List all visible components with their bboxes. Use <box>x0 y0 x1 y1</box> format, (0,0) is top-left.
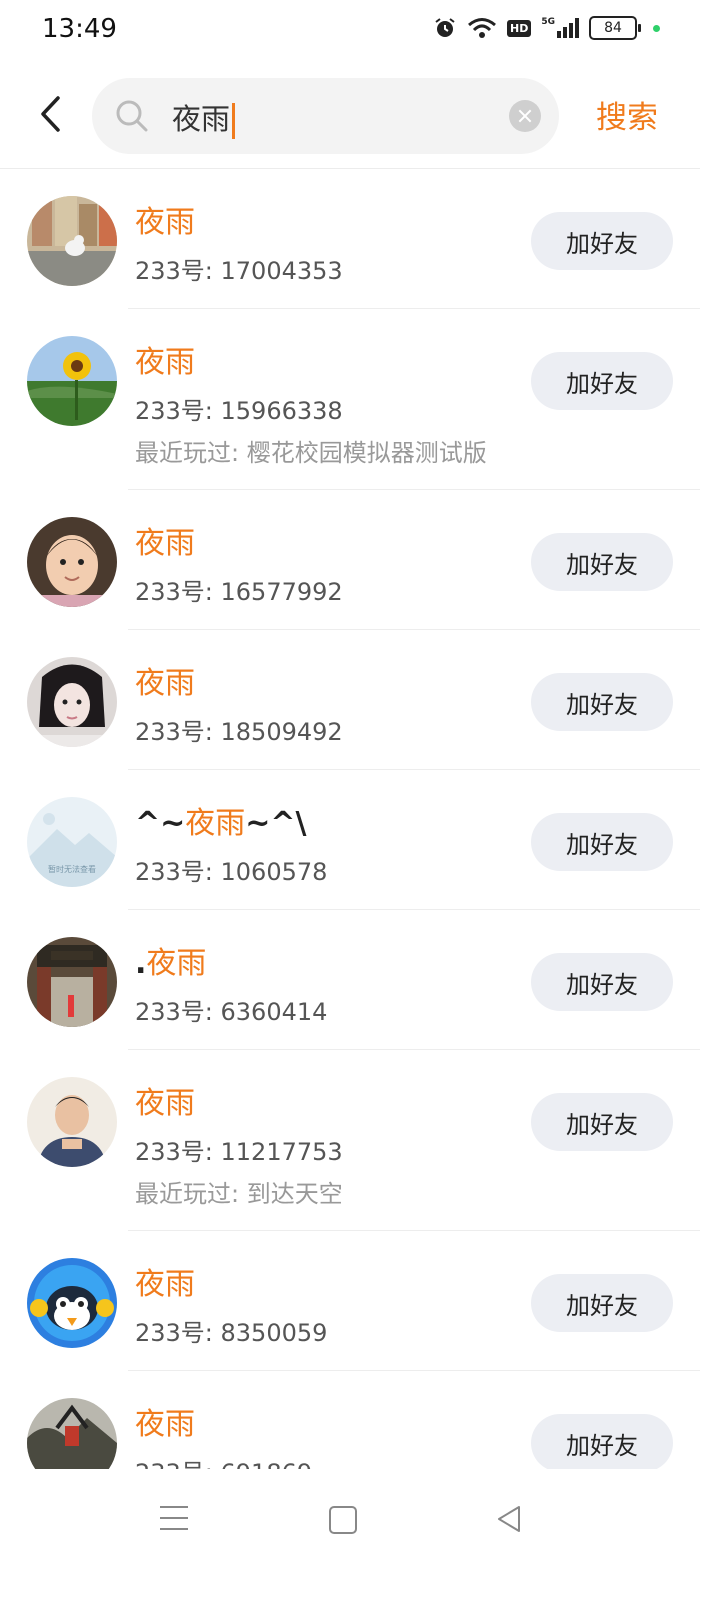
name-highlight: 夜雨 <box>135 1267 195 1302</box>
user-name: 夜雨 <box>135 1259 195 1303</box>
avatar-tree-photo-icon[interactable] <box>27 1398 117 1469</box>
user-name: 夜雨 <box>135 1078 195 1122</box>
wifi-icon <box>468 18 496 38</box>
user-name: .夜雨 <box>135 938 206 982</box>
recently-played: 最近玩过: 樱花校园模拟器测试版 <box>135 439 487 467</box>
add-friend-button[interactable]: 加好友 <box>531 352 673 410</box>
search-value[interactable]: 夜雨 <box>172 96 236 139</box>
add-friend-button[interactable]: 加好友 <box>531 953 673 1011</box>
result-row[interactable]: 夜雨 233号: 8350059 加好友 <box>0 1231 700 1371</box>
system-nav-bar <box>0 1470 700 1567</box>
user-name: 夜雨 <box>135 658 195 702</box>
name-highlight: 夜雨 <box>185 806 246 841</box>
status-bar: 13:49 HD 5G 84 <box>0 0 700 62</box>
search-header: 夜雨 搜索 <box>0 70 700 169</box>
result-row[interactable]: 夜雨 233号: 15966338 最近玩过: 樱花校园模拟器测试版 加好友 <box>0 309 700 490</box>
signal-icon: 5G <box>541 18 579 38</box>
clear-search-icon[interactable] <box>509 100 541 132</box>
add-friend-button[interactable]: 加好友 <box>531 1274 673 1332</box>
add-friend-button[interactable]: 加好友 <box>531 533 673 591</box>
search-input[interactable]: 夜雨 <box>92 78 559 154</box>
result-row[interactable]: 夜雨 233号: 18509492 加好友 <box>0 630 700 770</box>
user-id: 233号: 8350059 <box>135 1319 328 1347</box>
user-name: 夜雨 <box>135 197 195 241</box>
name-highlight: 夜雨 <box>146 946 207 981</box>
result-row[interactable]: 夜雨 233号: 691869 加好友 <box>0 1371 700 1469</box>
user-id: 233号: 11217753 <box>135 1138 343 1166</box>
name-highlight: 夜雨 <box>135 526 195 561</box>
avatar-temple-gate-icon[interactable] <box>27 937 117 1027</box>
add-friend-button[interactable]: 加好友 <box>531 1093 673 1151</box>
menu-icon[interactable] <box>160 1506 188 1539</box>
user-id: 233号: 6360414 <box>135 998 328 1026</box>
user-id: 233号: 18509492 <box>135 718 343 746</box>
name-suffix: ~^\ <box>245 806 307 841</box>
result-row[interactable]: 夜雨 233号: 17004353 加好友 <box>0 169 700 309</box>
home-icon[interactable] <box>329 1506 357 1534</box>
name-prefix: ^~ <box>135 806 186 841</box>
name-highlight: 夜雨 <box>135 666 195 701</box>
status-icons: HD 5G 84 <box>433 16 660 40</box>
avatar-cartoon-penguin-icon[interactable] <box>27 1258 117 1348</box>
add-friend-button[interactable]: 加好友 <box>531 1414 673 1469</box>
result-row[interactable]: 夜雨 233号: 16577992 加好友 <box>0 490 700 630</box>
result-row[interactable]: 夜雨 233号: 11217753 最近玩过: 到达天空 加好友 <box>0 1050 700 1231</box>
add-friend-button[interactable]: 加好友 <box>531 813 673 871</box>
name-highlight: 夜雨 <box>135 205 195 240</box>
name-prefix: . <box>135 946 147 981</box>
add-friend-button[interactable]: 加好友 <box>531 212 673 270</box>
add-friend-button[interactable]: 加好友 <box>531 673 673 731</box>
recently-played: 最近玩过: 到达天空 <box>135 1180 343 1208</box>
avatar-girl-icon[interactable] <box>27 657 117 747</box>
search-button[interactable]: 搜索 <box>596 92 658 137</box>
result-row[interactable]: .夜雨 233号: 6360414 加好友 <box>0 910 700 1050</box>
search-results-list[interactable]: 夜雨 233号: 17004353 加好友 夜雨 233号: 15966338 最近玩过:… <box>0 169 700 1469</box>
name-highlight: 夜雨 <box>135 1407 195 1442</box>
result-row[interactable]: 暂时无法查看 ^~夜雨~^\ 233号: 1060578 加好友 <box>0 770 700 910</box>
user-name: 夜雨 <box>135 1399 195 1443</box>
user-name: 夜雨 <box>135 518 195 562</box>
user-id: 233号: 1060578 <box>135 858 328 886</box>
user-name: 夜雨 <box>135 337 195 381</box>
avatar-man-portrait-icon[interactable] <box>27 1077 117 1167</box>
privacy-indicator-dot <box>653 24 660 32</box>
hd-badge: HD <box>507 19 532 37</box>
user-id: 233号: 15966338 <box>135 397 343 425</box>
battery-level: 84 <box>604 20 622 36</box>
back-arrow-icon[interactable] <box>34 94 70 134</box>
avatar-sunflower-icon[interactable] <box>27 336 117 426</box>
user-id: 233号: 16577992 <box>135 578 343 606</box>
status-time: 13:49 <box>42 14 117 44</box>
name-highlight: 夜雨 <box>135 1086 195 1121</box>
battery-icon: 84 <box>589 16 641 40</box>
avatar-seagull-street-icon[interactable] <box>27 196 117 286</box>
user-id: 233号: 691869 <box>135 1453 312 1469</box>
avatar-placeholder-mountain-icon[interactable]: 暂时无法查看 <box>27 797 117 887</box>
alarm-icon <box>435 18 455 37</box>
search-icon <box>116 100 148 132</box>
avatar-baby-icon[interactable] <box>27 517 117 607</box>
network-label: 5G <box>541 17 555 27</box>
svg-text:暂时无法查看: 暂时无法查看 <box>48 864 96 874</box>
user-name: ^~夜雨~^\ <box>135 798 307 842</box>
back-icon[interactable] <box>494 1504 524 1534</box>
name-highlight: 夜雨 <box>135 345 195 380</box>
user-id: 233号: 17004353 <box>135 257 343 285</box>
